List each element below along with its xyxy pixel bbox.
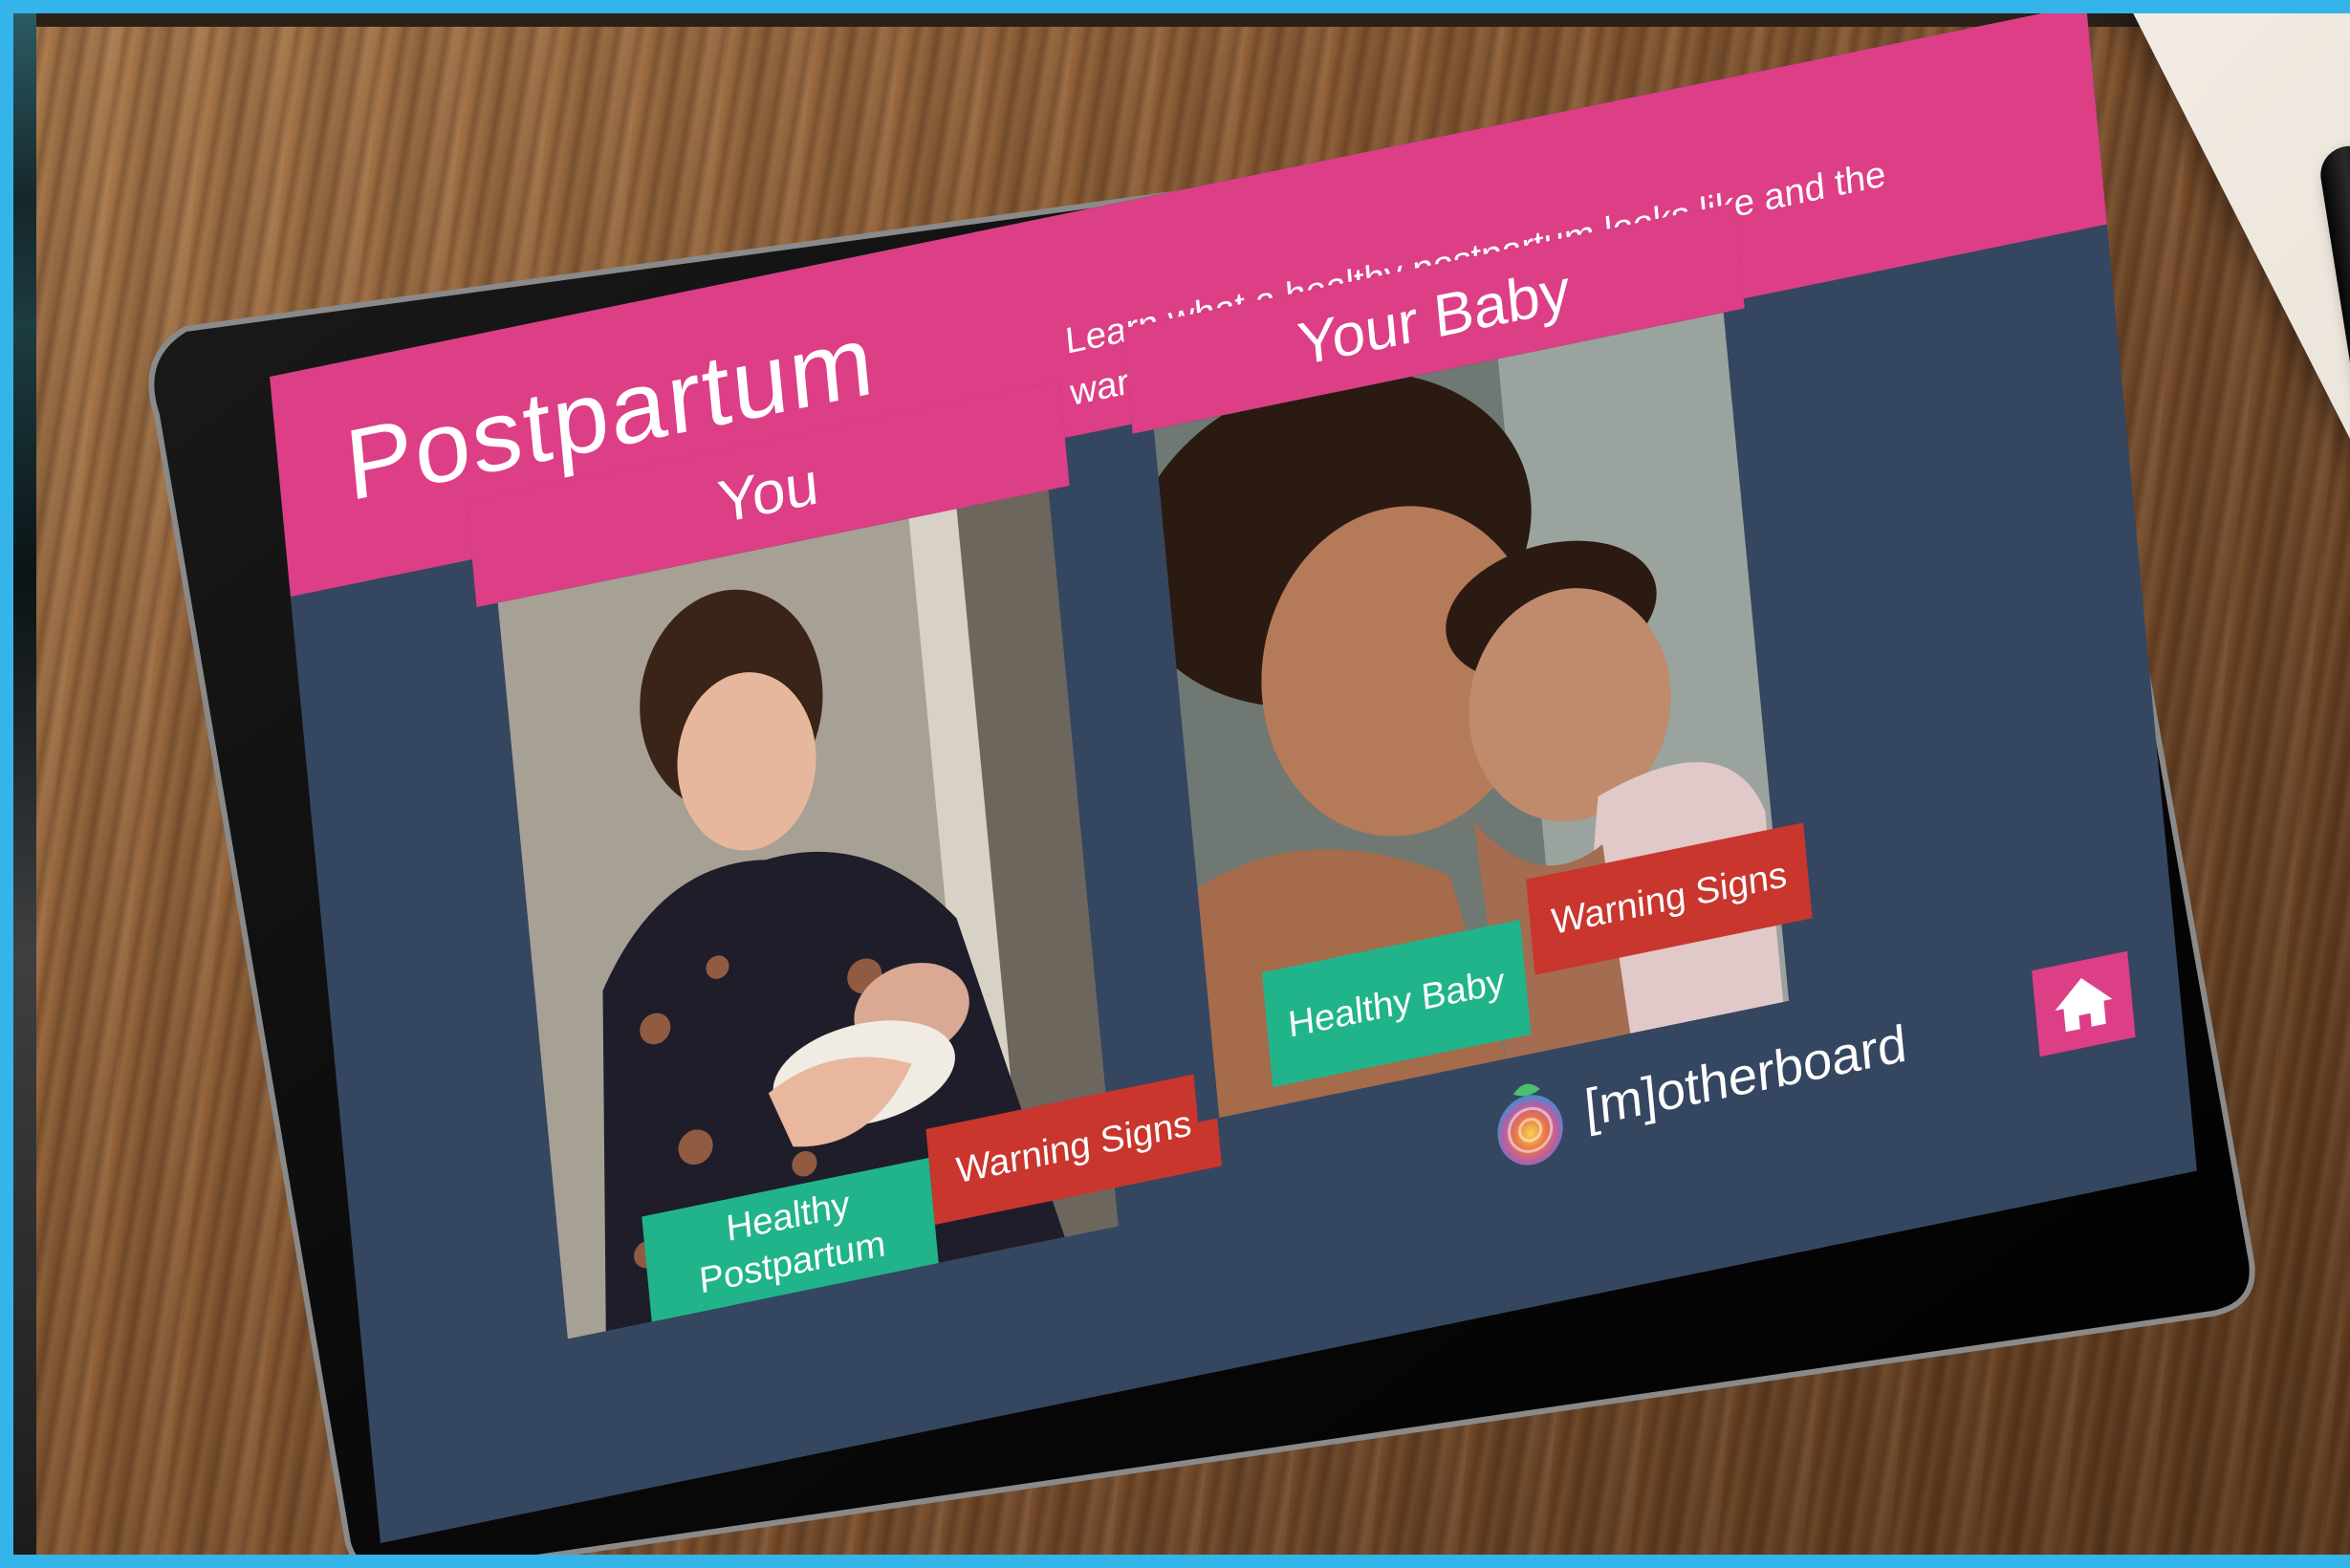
panel-you: You Healthy Postpartum Warning Signs (467, 380, 1222, 1344)
image-frame: Postpartum Learn what a healthy postpart… (0, 0, 2350, 1568)
panel-your-baby: Your Baby Healthy Baby Warning Signs (1122, 203, 1813, 1122)
app-screen: Postpartum Learn what a healthy postpart… (270, 13, 2197, 1543)
home-icon (2055, 978, 2113, 1033)
home-button[interactable] (2032, 950, 2136, 1057)
motherboard-logo (1497, 1083, 1563, 1165)
